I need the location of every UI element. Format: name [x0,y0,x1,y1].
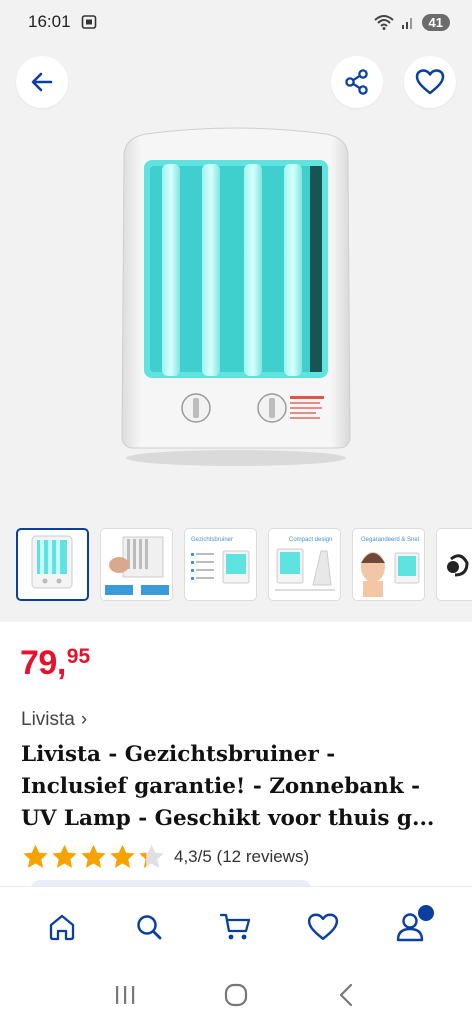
cart-icon [219,913,251,939]
favorite-button[interactable] [404,56,456,108]
rating-text[interactable]: 4,3/5 (12 reviews) [174,847,309,867]
status-time: 16:01 [28,12,71,31]
thumbnail-1[interactable] [16,528,89,601]
arrow-left-icon [31,72,53,92]
recent-apps-icon[interactable] [112,983,138,1007]
heart-icon [308,913,339,940]
back-button[interactable] [16,56,68,108]
nav-wishlist[interactable] [293,897,353,957]
price: 79, 95 [20,644,90,682]
star-partial-icon [139,844,164,868]
brand-link[interactable]: Livista › [21,709,87,731]
star-full-icon [81,844,106,868]
chevron-right-icon: › [80,709,88,730]
share-button[interactable] [331,56,383,108]
system-navigation [0,966,472,1024]
price-cents: 95 [66,645,91,668]
search-icon [137,914,162,939]
brand-name: Livista [21,709,75,730]
share-icon [345,69,368,95]
thumbnail-strip[interactable]: Gezichtsbruiner Compact design Gegarande… [16,528,472,601]
price-euros: 79, [20,644,66,682]
wifi-icon [373,15,394,30]
thumbnail-3[interactable]: Gezichtsbruiner [184,528,257,601]
battery-indicator: 41 [421,13,450,31]
heart-icon [415,69,445,95]
thumbnail-6[interactable] [436,528,472,601]
notification-badge [416,902,437,923]
screen-record-icon [81,15,96,29]
signal-icon [401,18,412,29]
bottom-navigation [0,886,472,966]
nav-cart[interactable] [206,897,266,957]
nav-home[interactable] [32,897,92,957]
thumbnail-5[interactable]: Gegarandeerd & Snel [352,528,425,601]
product-gallery[interactable]: Gezichtsbruiner Compact design Gegarande… [0,44,472,622]
nav-account[interactable] [380,897,440,957]
home-circle-icon[interactable] [223,982,249,1008]
nav-search[interactable] [119,897,179,957]
home-icon [49,914,74,940]
product-title-line: Inclusief garantie! - Zonnebank - [21,774,421,799]
back-chevron-icon[interactable] [334,982,360,1008]
thumbnail-4[interactable]: Compact design [268,528,341,601]
star-full-icon [52,844,77,868]
product-title: Livista - Gezichtsbruiner - Inclusief ga… [21,739,461,835]
product-page: 16:01 41 Gezichtsbruiner Compact design … [0,0,472,1024]
star-full-icon [110,844,135,868]
product-image[interactable] [116,126,356,471]
product-title-line: UV Lamp - Geschikt voor thuis g... [21,806,435,831]
thumbnail-2[interactable] [100,528,173,601]
star-full-icon [23,844,48,868]
status-bar: 16:01 41 [0,0,472,44]
product-title-line: Livista - Gezichtsbruiner - [21,742,336,767]
rating[interactable]: 4,3/5 (12 reviews) [21,843,309,871]
